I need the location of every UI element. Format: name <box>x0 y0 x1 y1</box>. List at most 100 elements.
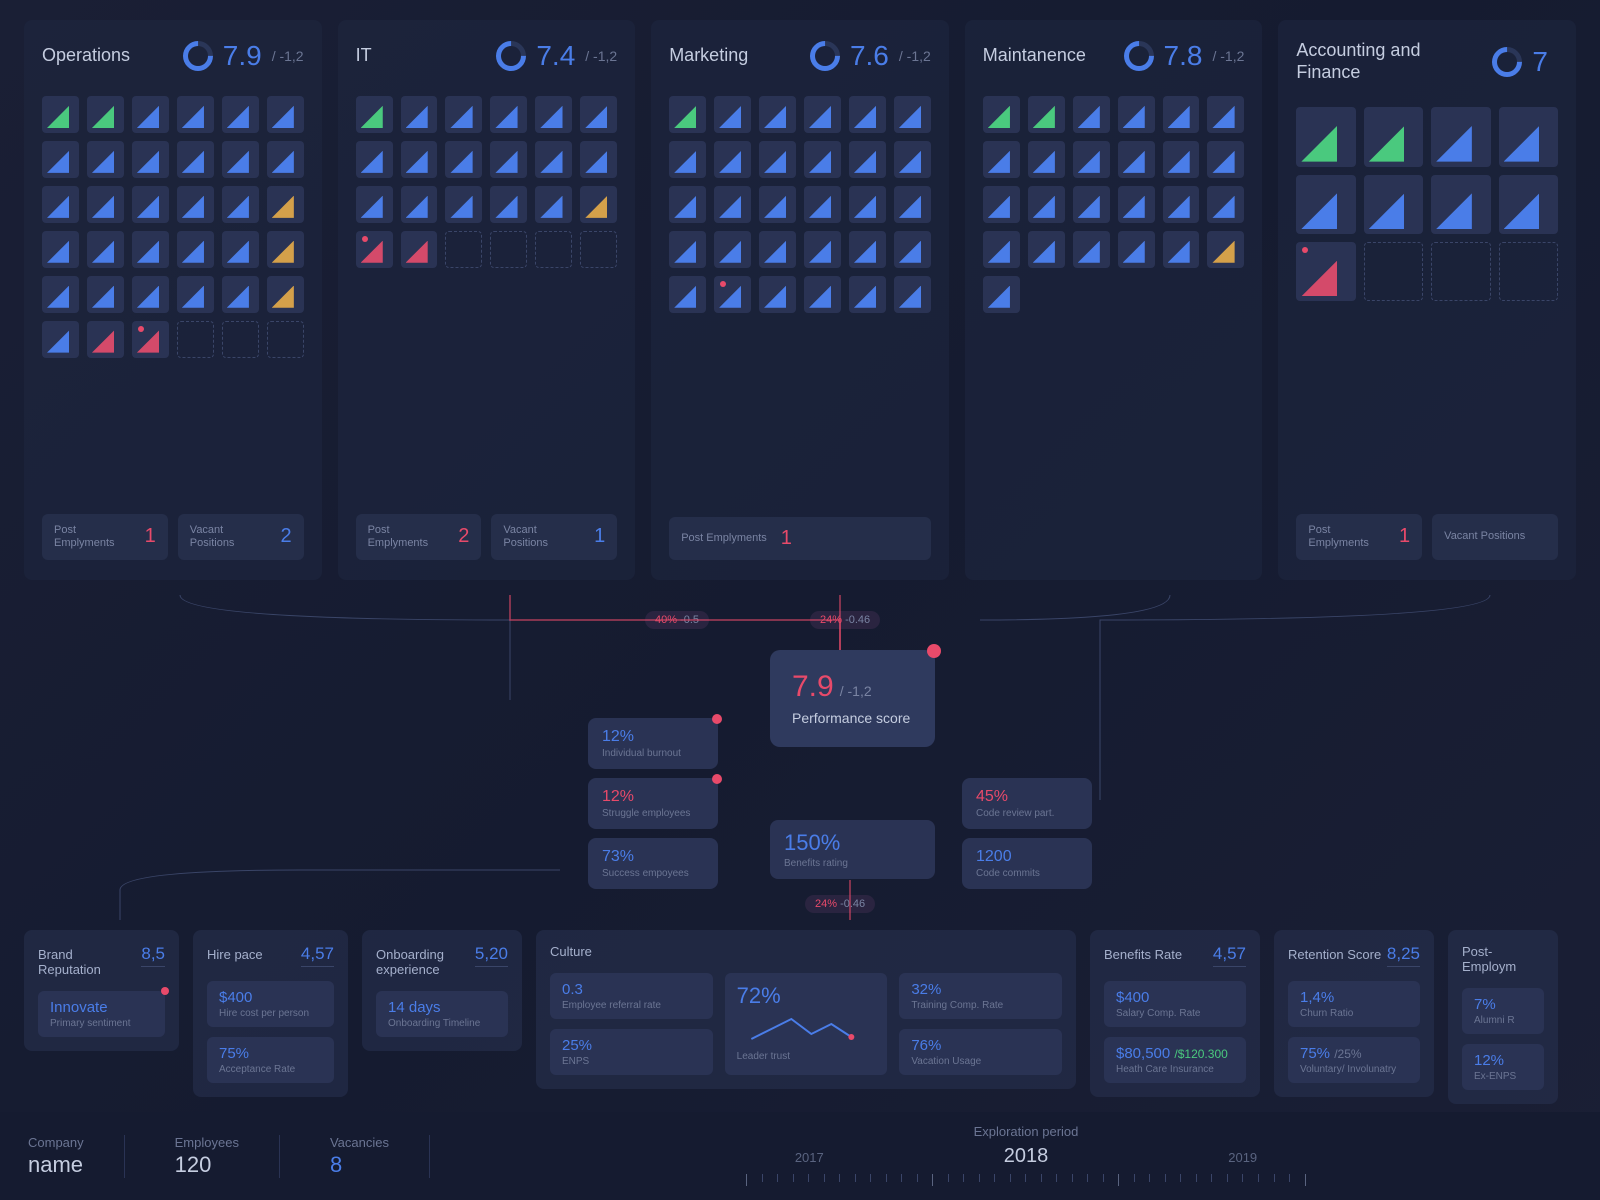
employee-tile[interactable] <box>580 96 617 133</box>
card-benefits-rate[interactable]: Benefits Rate4,57 $400Salary Comp. Rate … <box>1090 930 1260 1097</box>
employee-tile[interactable] <box>849 96 886 133</box>
card-onboarding[interactable]: Onboarding experience5,20 14 daysOnboard… <box>362 930 522 1051</box>
employee-tile[interactable] <box>1431 107 1490 166</box>
employee-tile[interactable] <box>1499 107 1558 166</box>
employee-tile[interactable] <box>267 321 304 358</box>
employee-tile[interactable] <box>401 231 438 268</box>
employee-tile[interactable] <box>1207 96 1244 133</box>
employee-tile[interactable] <box>714 96 751 133</box>
dept-card-maintanence[interactable]: Maintanence 7.8 / -1,2 <box>965 20 1263 580</box>
employee-tile[interactable] <box>894 231 931 268</box>
employee-tile[interactable] <box>1028 141 1065 178</box>
employee-tile[interactable] <box>445 186 482 223</box>
performance-score-card[interactable]: 7.9/ -1,2 Performance score <box>770 650 935 747</box>
metric-code-review[interactable]: 45% Code review part. <box>962 778 1092 829</box>
employee-tile[interactable] <box>401 186 438 223</box>
employee-tile[interactable] <box>1118 186 1155 223</box>
employee-tile[interactable] <box>894 186 931 223</box>
employee-tile[interactable] <box>1073 141 1110 178</box>
employee-tile[interactable] <box>1163 141 1200 178</box>
employee-tile[interactable] <box>445 96 482 133</box>
employee-tile[interactable] <box>983 276 1020 313</box>
employee-tile[interactable] <box>1207 141 1244 178</box>
employee-tile[interactable] <box>42 276 79 313</box>
metric-sentiment[interactable]: InnovatePrimary sentiment <box>38 991 165 1037</box>
employee-tile[interactable] <box>1431 242 1490 301</box>
employee-tile[interactable] <box>87 231 124 268</box>
employee-tile[interactable] <box>87 276 124 313</box>
employee-tile[interactable] <box>1028 96 1065 133</box>
employee-tile[interactable] <box>1364 175 1423 234</box>
employee-tile[interactable] <box>356 141 393 178</box>
employee-tile[interactable] <box>42 96 79 133</box>
employee-tile[interactable] <box>535 231 572 268</box>
employee-tile[interactable] <box>177 141 214 178</box>
employee-tile[interactable] <box>132 321 169 358</box>
employee-tile[interactable] <box>580 186 617 223</box>
card-hire-pace[interactable]: Hire pace4,57 $400Hire cost per person 7… <box>193 930 348 1097</box>
employee-tile[interactable] <box>356 186 393 223</box>
dept-card-marketing[interactable]: Marketing 7.6 / -1,2 Post Emplyments1 <box>651 20 949 580</box>
employee-tile[interactable] <box>401 141 438 178</box>
employee-tile[interactable] <box>222 186 259 223</box>
employee-tile[interactable] <box>759 186 796 223</box>
employee-tile[interactable] <box>894 141 931 178</box>
employee-tile[interactable] <box>804 96 841 133</box>
employee-tile[interactable] <box>42 186 79 223</box>
employee-tile[interactable] <box>132 141 169 178</box>
employee-tile[interactable] <box>267 96 304 133</box>
employee-tile[interactable] <box>849 231 886 268</box>
employee-tile[interactable] <box>1118 141 1155 178</box>
dept-card-it[interactable]: IT 7.4 / -1,2 Post Emplyments2Vacant Pos… <box>338 20 636 580</box>
employee-tile[interactable] <box>714 186 751 223</box>
employee-tile[interactable] <box>490 141 527 178</box>
employee-tile[interactable] <box>894 276 931 313</box>
employee-tile[interactable] <box>804 231 841 268</box>
employee-tile[interactable] <box>267 186 304 223</box>
employee-tile[interactable] <box>804 141 841 178</box>
employee-tile[interactable] <box>759 141 796 178</box>
employee-tile[interactable] <box>983 186 1020 223</box>
employee-tile[interactable] <box>490 231 527 268</box>
employee-tile[interactable] <box>356 96 393 133</box>
employee-tile[interactable] <box>759 276 796 313</box>
employee-tile[interactable] <box>42 231 79 268</box>
employee-tile[interactable] <box>132 96 169 133</box>
employee-tile[interactable] <box>177 321 214 358</box>
employee-tile[interactable] <box>222 276 259 313</box>
employee-tile[interactable] <box>1296 107 1355 166</box>
employee-tile[interactable] <box>87 321 124 358</box>
metric-commits[interactable]: 1200 Code commits <box>962 838 1092 889</box>
employee-tile[interactable] <box>267 276 304 313</box>
employee-tile[interactable] <box>1163 96 1200 133</box>
employee-tile[interactable] <box>177 96 214 133</box>
employee-tile[interactable] <box>535 186 572 223</box>
employee-tile[interactable] <box>87 96 124 133</box>
employee-tile[interactable] <box>87 141 124 178</box>
employee-tile[interactable] <box>759 231 796 268</box>
employee-tile[interactable] <box>1499 175 1558 234</box>
card-retention[interactable]: Retention Score8,25 1,4%Churn Ratio 75% … <box>1274 930 1434 1097</box>
dept-card-operations[interactable]: Operations 7.9 / -1,2 Post Emplyments1Va… <box>24 20 322 580</box>
employee-tile[interactable] <box>669 276 706 313</box>
metric-success[interactable]: 73% Success empoyees <box>588 838 718 889</box>
employee-tile[interactable] <box>1364 242 1423 301</box>
employee-tile[interactable] <box>1073 231 1110 268</box>
employee-tile[interactable] <box>983 231 1020 268</box>
employee-tile[interactable] <box>804 186 841 223</box>
employee-tile[interactable] <box>87 186 124 223</box>
employee-tile[interactable] <box>1296 242 1355 301</box>
employee-tile[interactable] <box>401 96 438 133</box>
employee-tile[interactable] <box>1073 96 1110 133</box>
leader-trust-chart[interactable]: 72% Leader trust <box>725 973 888 1075</box>
employee-tile[interactable] <box>714 276 751 313</box>
employee-tile[interactable] <box>1207 186 1244 223</box>
employee-tile[interactable] <box>894 96 931 133</box>
employee-tile[interactable] <box>1499 242 1558 301</box>
card-culture[interactable]: Culture 0.3Employee referral rate 25%ENP… <box>536 930 1076 1089</box>
employee-tile[interactable] <box>759 96 796 133</box>
employee-tile[interactable] <box>132 231 169 268</box>
card-brand-reputation[interactable]: Brand Reputation8,5 InnovatePrimary sent… <box>24 930 179 1051</box>
employee-tile[interactable] <box>849 186 886 223</box>
employee-tile[interactable] <box>222 141 259 178</box>
